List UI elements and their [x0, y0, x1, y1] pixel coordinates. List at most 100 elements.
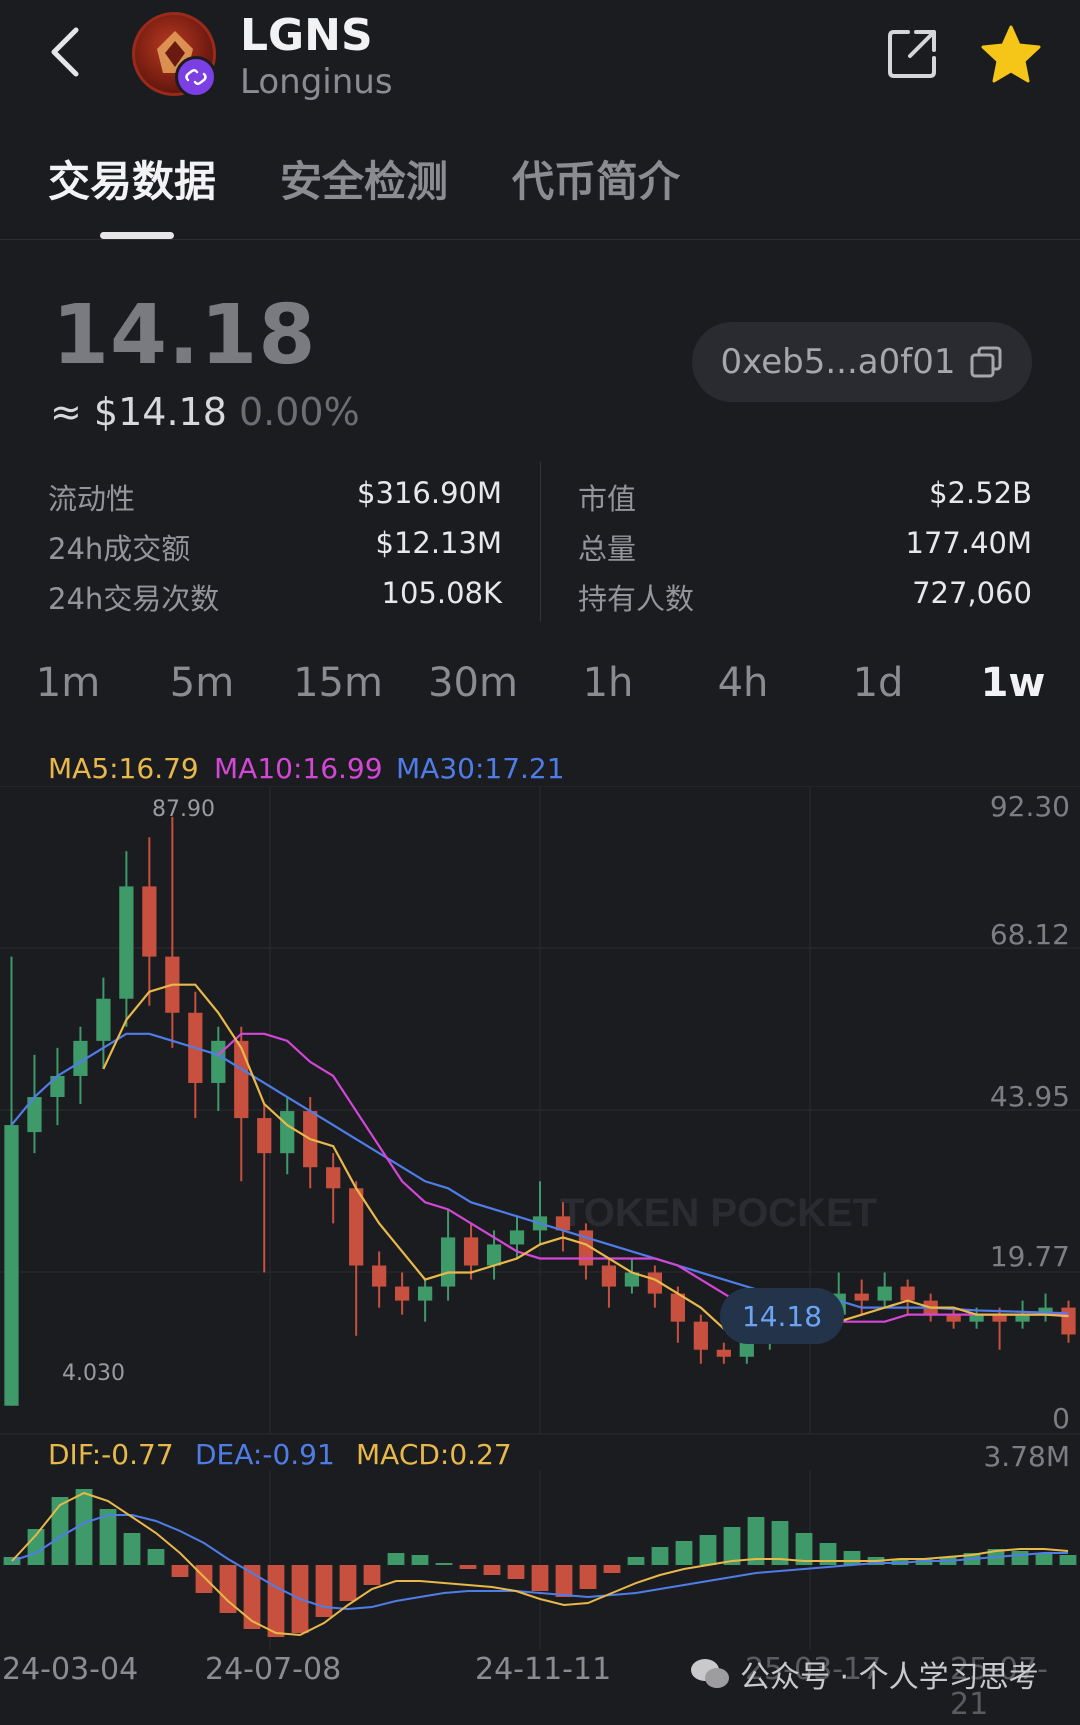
current-price: 14.18: [52, 288, 317, 383]
macd-bar: [315, 1565, 333, 1617]
macd-bar: [507, 1565, 525, 1579]
interval-5m[interactable]: 5m: [147, 660, 257, 706]
macd-bar: [363, 1565, 381, 1585]
macd-bar: [387, 1553, 405, 1565]
interval-1m[interactable]: 1m: [13, 660, 123, 706]
macd-bar: [1059, 1555, 1077, 1565]
macd-bar: [651, 1547, 669, 1565]
tab-security-check[interactable]: 安全检测: [280, 148, 448, 209]
candle-body: [280, 1111, 295, 1154]
macd-bar: [435, 1563, 453, 1565]
candle-body: [119, 886, 134, 999]
macd-bar: [483, 1565, 501, 1575]
tab-divider: [0, 239, 1080, 240]
macd-chart[interactable]: [0, 1470, 1080, 1650]
macd-bar: [459, 1565, 477, 1569]
macd-bar: [627, 1557, 645, 1565]
candle-body: [509, 1230, 525, 1245]
candle-body: [257, 1118, 272, 1154]
ma10-line: [217, 1032, 1069, 1323]
star-icon[interactable]: [980, 24, 1042, 84]
stat-supply-label: 总量: [578, 532, 637, 566]
macd-bar: [723, 1527, 741, 1565]
interval-1w[interactable]: 1w: [958, 660, 1068, 706]
macd-bar: [51, 1497, 69, 1565]
contract-address-pill[interactable]: 0xeb5...a0f01: [692, 322, 1032, 402]
macd-bar: [411, 1555, 429, 1565]
interval-30m[interactable]: 30m: [418, 660, 528, 706]
candle-body: [234, 1040, 249, 1119]
candle-body: [326, 1167, 341, 1189]
ma10-legend: MA10:16.99: [214, 752, 383, 785]
stat-volume-value: $12.13M: [375, 526, 503, 560]
interval-15m[interactable]: 15m: [283, 660, 393, 706]
copy-icon[interactable]: [969, 345, 1003, 379]
stat-liquidity-value: $316.90M: [357, 476, 502, 510]
candle-body: [693, 1321, 708, 1350]
macd-bar: [747, 1517, 765, 1565]
candle-body: [211, 1040, 226, 1083]
macd-bar: [243, 1565, 261, 1629]
tab-token-intro[interactable]: 代币简介: [512, 148, 680, 209]
macd-bar: [579, 1565, 597, 1589]
stat-holders-value: 727,060: [912, 576, 1032, 610]
price-change: 0.00%: [238, 390, 360, 434]
dea-legend: DEA:-0.91: [195, 1438, 335, 1471]
x-label-1: 24-03-04: [2, 1652, 139, 1687]
ma5-line: [102, 983, 1069, 1337]
stat-tx-count-value: 105.08K: [381, 576, 503, 610]
stat-market-cap-value: $2.52B: [929, 476, 1032, 510]
macd-bar: [171, 1565, 189, 1577]
interval-4h[interactable]: 4h: [688, 660, 798, 706]
tab-trade-data[interactable]: 交易数据: [48, 148, 216, 209]
candle-body: [395, 1286, 410, 1301]
candle-body: [463, 1237, 479, 1266]
stats-divider: [540, 462, 541, 622]
chart-watermark: TOKEN POCKET: [560, 1191, 877, 1235]
stat-holders-label: 持有人数: [578, 582, 695, 616]
ma30-legend: MA30:17.21: [396, 752, 565, 785]
macd-bar: [699, 1535, 717, 1565]
candle-body: [142, 886, 157, 957]
active-tab-indicator: [100, 232, 174, 239]
y-label-bottom: 0: [1052, 1402, 1070, 1435]
y-label-4: 19.77: [989, 1240, 1070, 1273]
token-name: Longinus: [240, 62, 393, 102]
interval-1h[interactable]: 1h: [553, 660, 663, 706]
candle-body: [440, 1237, 456, 1287]
candle-body: [716, 1349, 731, 1357]
candle-body: [877, 1286, 892, 1301]
contract-address: 0xeb5...a0f01: [720, 342, 956, 382]
current-price-tag-label: 14.18: [742, 1300, 822, 1333]
macd-bar: [531, 1565, 549, 1591]
macd-bar: [1011, 1551, 1029, 1565]
chain-badge-icon: [175, 56, 217, 98]
macd-bar: [603, 1565, 621, 1573]
price-chart[interactable]: TOKEN POCKET 87.90 4.030 14.18: [0, 786, 1080, 1436]
usd-price: ≈ $14.18: [50, 390, 227, 434]
stat-supply-value: 177.40M: [905, 526, 1033, 560]
candle-body: [96, 998, 111, 1041]
macd-bar: [843, 1551, 861, 1565]
candle-body: [349, 1188, 364, 1266]
candle-body: [1061, 1307, 1076, 1335]
macd-bar: [1035, 1553, 1053, 1565]
candle-body: [739, 1342, 754, 1357]
stat-tx-count-label: 24h交易次数: [48, 582, 220, 616]
usd-price-line: ≈ $14.18 0.00%: [50, 390, 360, 434]
wechat-watermark: 公众号 · 个人学习思考: [690, 1652, 1039, 1696]
back-icon[interactable]: [44, 24, 88, 80]
y-label-2: 68.12: [989, 918, 1070, 951]
chart-gridlines: [0, 786, 1080, 1435]
macd-bar: [123, 1533, 141, 1565]
stat-market-cap-label: 市值: [578, 482, 637, 516]
low-price-label: 4.030: [62, 1361, 125, 1386]
macd-bar: [339, 1565, 357, 1601]
candle-body: [4, 1125, 19, 1406]
x-label-3: 24-11-11: [475, 1652, 612, 1687]
candle-body: [417, 1286, 433, 1301]
interval-1d[interactable]: 1d: [823, 660, 933, 706]
ma5-legend: MA5:16.79: [48, 752, 199, 785]
share-icon[interactable]: [886, 26, 940, 80]
watermark-text: 公众号 · 个人学习思考: [740, 1660, 1039, 1695]
